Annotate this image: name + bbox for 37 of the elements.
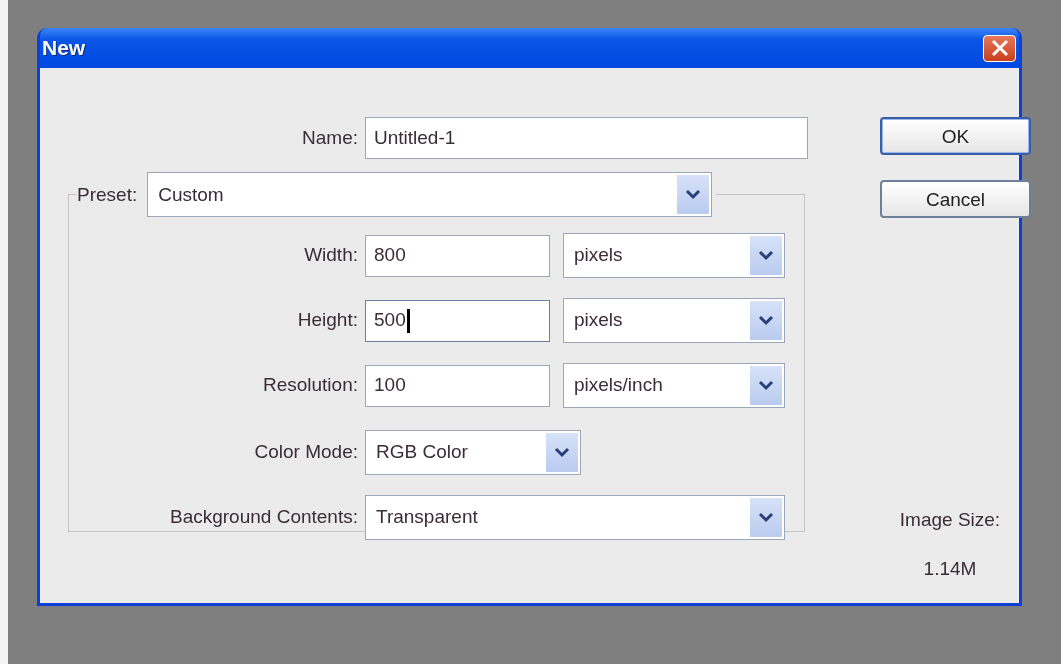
chevron-down-icon [685,189,702,200]
dropdown-value: Custom [158,185,224,204]
chevron-down-icon [758,315,774,326]
field-label: Name: [301,125,359,150]
field-label: Color Mode: [253,440,359,465]
chevron-down-icon [758,512,774,523]
name-field[interactable]: Untitled-1 [365,117,808,159]
close-icon [990,39,1009,57]
dropdown-value: pixels [574,308,623,333]
unit-dropdown[interactable]: pixels [563,298,785,343]
field-label: Height: [296,308,359,333]
dropdown-value: RGB Color [376,440,468,465]
field-label: Resolution: [261,373,359,398]
field-label: Background Contents: [169,505,359,530]
image-size-value: 1.14M [922,556,978,581]
unit-dropdown[interactable]: pixels/inch [563,363,785,408]
preset-dropdown[interactable]: Custom [147,172,713,217]
text-cursor [406,308,410,333]
ok-button[interactable]: OK [880,117,1031,155]
field-label: Preset: [77,185,139,204]
dropdown-value: pixels/inch [574,373,663,398]
chevron-down-icon [758,380,774,391]
number-field[interactable]: 800 [365,234,550,277]
background-contents-dropdown[interactable]: Transparent [365,495,785,540]
unit-dropdown[interactable]: pixels [563,233,785,278]
cancel-button[interactable]: Cancel [880,180,1031,218]
chevron-down-icon [554,447,570,458]
number-field[interactable]: 500 [365,299,550,342]
field-label: Width: [303,243,359,268]
dropdown-value: Transparent [376,505,478,530]
dropdown-value: pixels [574,243,623,268]
close-button[interactable] [983,34,1016,62]
window-title: New [42,35,86,62]
color-mode-dropdown[interactable]: RGB Color [365,430,581,475]
number-field[interactable]: 100 [365,364,550,407]
image-size-label: Image Size: [898,508,1002,532]
chevron-down-icon [758,250,774,261]
